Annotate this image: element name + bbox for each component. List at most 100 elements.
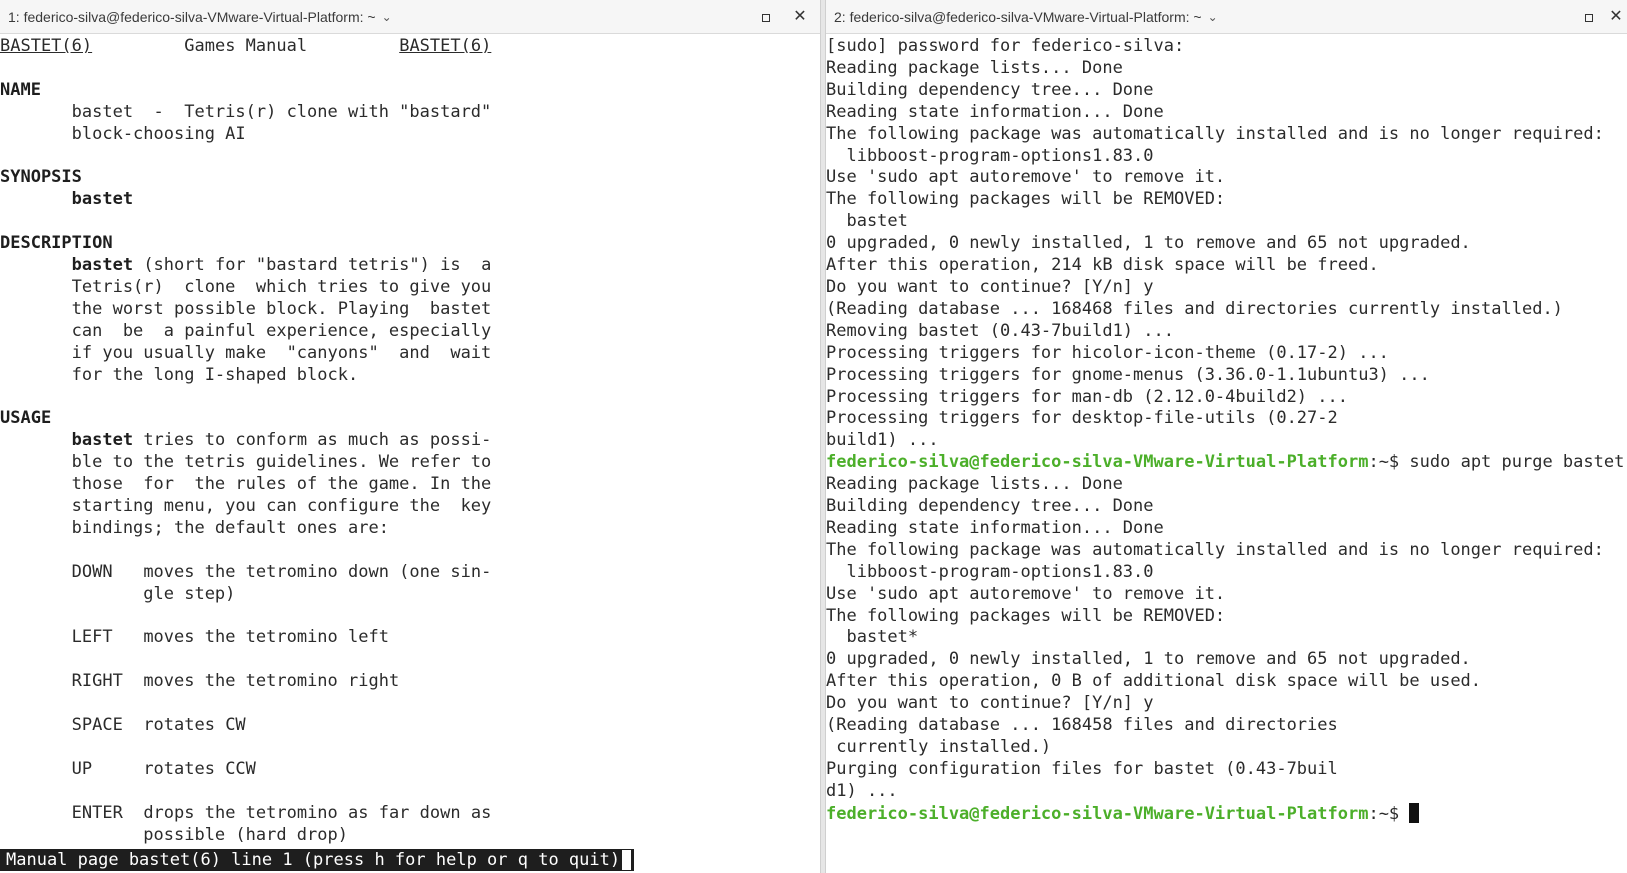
- text-segment: [0, 627, 72, 647]
- output-line: Reading package lists... Done: [826, 474, 1123, 495]
- terminal-line: d1) ...: [826, 781, 1627, 803]
- key-desc: moves the tetromino left: [112, 627, 389, 648]
- man-text: (short for "bastard tetris") is a: [133, 255, 492, 276]
- output-line: Removing bastet (0.43-7build1) ...: [826, 320, 1174, 341]
- terminal-line: The following package was automatically …: [826, 124, 1627, 146]
- key-name: SPACE: [71, 715, 123, 736]
- terminal-line: USAGE: [0, 408, 820, 430]
- terminal-line: bastet*: [826, 627, 1627, 649]
- terminal-line: Reading package lists... Done: [826, 58, 1627, 80]
- prompt-user: federico-silva@federico-silva-VMware-Vir…: [826, 452, 1369, 473]
- terminal-line: The following package was automatically …: [826, 540, 1627, 562]
- output-line: Do you want to continue? [Y/n] y: [826, 276, 1154, 297]
- output-line: Use 'sudo apt autoremove' to remove it.: [826, 583, 1226, 604]
- terminal-line: ble to the tetris guidelines. We refer t…: [0, 452, 820, 474]
- terminal-line: federico-silva@federico-silva-VMware-Vir…: [826, 802, 1627, 826]
- output-line: 0 upgraded, 0 newly installed, 1 to remo…: [826, 233, 1471, 254]
- man-status-bar: Manual page bastet(6) line 1 (press h fo…: [0, 849, 635, 871]
- output-line: The following packages will be REMOVED:: [826, 605, 1226, 626]
- terminal-line: currently installed.): [826, 737, 1627, 759]
- right-title[interactable]: 2: federico-silva@federico-silva-VMware-…: [834, 9, 1218, 25]
- terminal-line: Use 'sudo apt autoremove' to remove it.: [826, 167, 1627, 189]
- close-icon[interactable]: ✕: [790, 7, 810, 27]
- terminal-line: DOWN moves the tetromino down (one sin-: [0, 562, 820, 584]
- right-titlebar[interactable]: 2: federico-silva@federico-silva-VMware-…: [826, 0, 1627, 34]
- output-line: The following package was automatically …: [826, 539, 1604, 560]
- chevron-down-icon[interactable]: ⌄: [382, 10, 392, 24]
- command-name: bastet: [71, 255, 134, 276]
- man-text: those for the rules of the game. In the: [0, 474, 492, 495]
- text-segment: [92, 36, 184, 56]
- man-page-content[interactable]: BASTET(6) Games Manual BASTET(6) NAME ba…: [0, 36, 820, 847]
- status-cursor: [621, 849, 633, 871]
- key-name: DOWN: [71, 561, 113, 582]
- terminal-line: bastet tries to conform as much as possi…: [0, 430, 820, 452]
- terminal-line: Reading state information... Done: [826, 102, 1627, 124]
- man-text: starting menu, you can configure the key: [0, 496, 492, 517]
- terminal-line: bastet: [0, 189, 820, 211]
- terminal-line: Building dependency tree... Done: [826, 80, 1627, 102]
- terminal-line: NAME: [0, 80, 820, 102]
- terminal-line: Processing triggers for hicolor-icon-the…: [826, 343, 1627, 365]
- output-line: 0 upgraded, 0 newly installed, 1 to remo…: [826, 649, 1471, 670]
- terminal-line: Purging configuration files for bastet (…: [826, 759, 1627, 781]
- terminal-line: SPACE rotates CW: [0, 715, 820, 737]
- key-desc: moves the tetromino right: [122, 671, 400, 692]
- terminal-line: build1) ...: [826, 430, 1627, 452]
- section-heading: NAME: [0, 79, 41, 100]
- terminal-line: BASTET(6) Games Manual BASTET(6): [0, 36, 820, 58]
- man-text: for the long I-shaped block.: [0, 364, 359, 385]
- prompt-suffix: :~$: [1368, 803, 1410, 824]
- text-segment: [0, 671, 72, 691]
- maximize-icon[interactable]: [756, 7, 776, 27]
- terminal-line: can be a painful experience, especially: [0, 321, 820, 343]
- terminal-line: Reading state information... Done: [826, 518, 1627, 540]
- output-line: build1) ...: [826, 430, 939, 451]
- terminal-line: Do you want to continue? [Y/n] y: [826, 277, 1627, 299]
- key-desc: possible (hard drop): [0, 824, 348, 845]
- right-title-label: 2: federico-silva@federico-silva-VMware-…: [834, 9, 1202, 25]
- output-line: Processing triggers for desktop-file-uti…: [826, 408, 1338, 429]
- output-line: currently installed.): [826, 737, 1052, 757]
- prompt-suffix: :~$: [1368, 452, 1410, 473]
- prompt-user: federico-silva@federico-silva-VMware-Vir…: [826, 803, 1369, 824]
- terminal-line: Removing bastet (0.43-7build1) ...: [826, 321, 1627, 343]
- text-segment: [0, 803, 72, 823]
- terminal-line: 0 upgraded, 0 newly installed, 1 to remo…: [826, 649, 1627, 671]
- output-line: Processing triggers for hicolor-icon-the…: [826, 342, 1389, 363]
- text-segment: [0, 715, 72, 735]
- terminal-line: Processing triggers for man-db (2.12.0-4…: [826, 387, 1627, 409]
- terminal-line: the worst possible block. Playing bastet: [0, 299, 820, 321]
- terminal-output[interactable]: [sudo] password for federico-silva: Readi…: [826, 36, 1627, 826]
- output-line: bastet*: [826, 627, 919, 648]
- left-titlebar[interactable]: 1: federico-silva@federico-silva-VMware-…: [0, 0, 820, 34]
- terminal-line: Reading package lists... Done: [826, 474, 1627, 496]
- output-line: After this operation, 214 kB disk space …: [826, 255, 1379, 276]
- terminal-line: bastet (short for "bastard tetris") is a: [0, 255, 820, 277]
- right-terminal-pane[interactable]: 2: federico-silva@federico-silva-VMware-…: [826, 0, 1627, 873]
- left-title[interactable]: 1: federico-silva@federico-silva-VMware-…: [8, 9, 392, 25]
- text-segment: [307, 36, 399, 56]
- terminal-line: SYNOPSIS: [0, 167, 820, 189]
- close-icon[interactable]: ✕: [1606, 7, 1626, 27]
- key-desc: drops the tetromino as far down as: [122, 802, 492, 823]
- output-line: [sudo] password for federico-silva:: [826, 36, 1185, 56]
- key-desc: gle step): [0, 583, 236, 604]
- chevron-down-icon[interactable]: ⌄: [1208, 10, 1218, 24]
- man-text: Tetris(r) clone which tries to give you: [0, 276, 492, 297]
- output-line: d1) ...: [826, 780, 898, 801]
- terminal-line: bindings; the default ones are:: [0, 518, 820, 540]
- text-segment: [0, 562, 72, 582]
- terminal-line: Use 'sudo apt autoremove' to remove it.: [826, 584, 1627, 606]
- terminal-line: After this operation, 0 B of additional …: [826, 671, 1627, 693]
- maximize-icon[interactable]: [1579, 7, 1599, 27]
- terminal-line: block-choosing AI: [0, 124, 820, 146]
- terminal-line: Processing triggers for desktop-file-uti…: [826, 408, 1627, 430]
- left-terminal-pane[interactable]: 1: federico-silva@federico-silva-VMware-…: [0, 0, 820, 873]
- terminal-line: (Reading database ... 168458 files and d…: [826, 715, 1627, 737]
